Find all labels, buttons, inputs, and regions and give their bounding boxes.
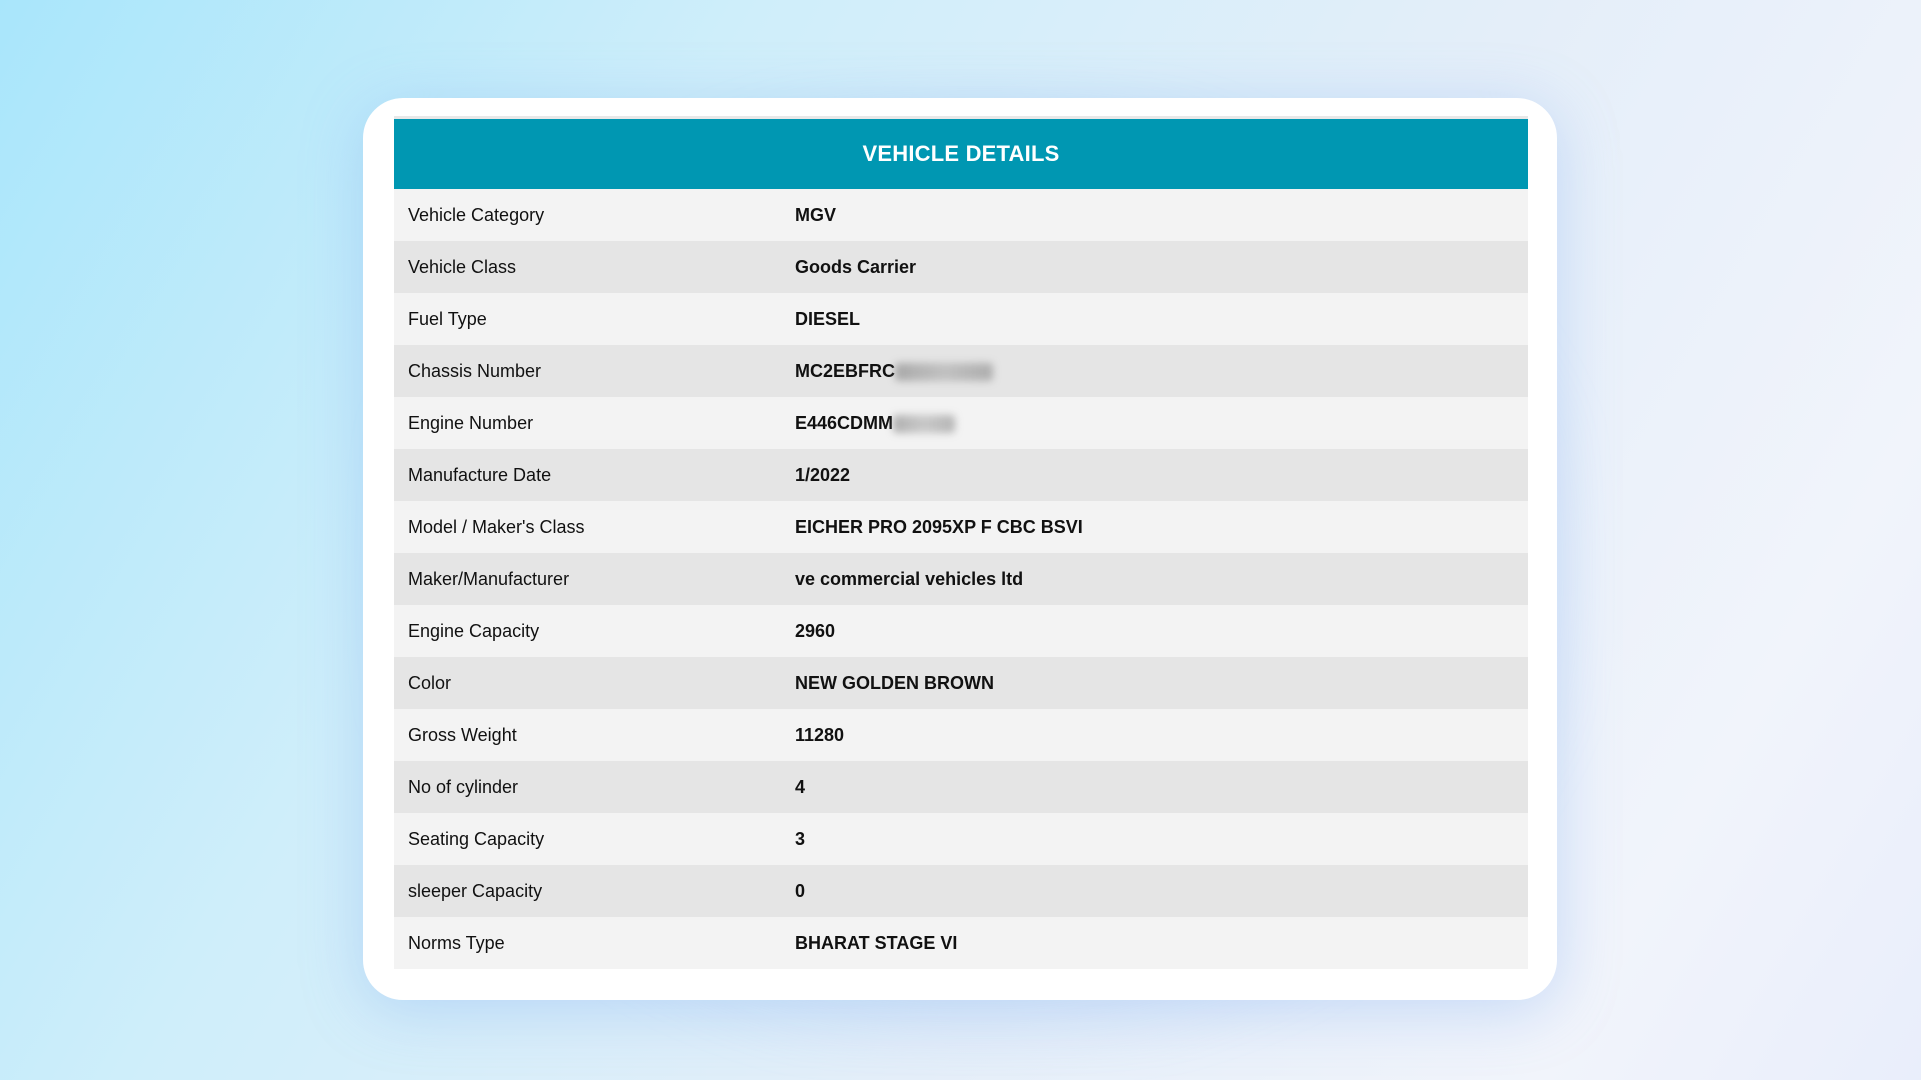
row-color: Color NEW GOLDEN BROWN bbox=[394, 657, 1528, 709]
row-label: Gross Weight bbox=[408, 724, 517, 745]
row-label: Engine Number bbox=[408, 412, 534, 433]
row-engine-number: Engine Number E446CDMM bbox=[394, 397, 1528, 449]
row-engine-capacity: Engine Capacity 2960 bbox=[394, 605, 1528, 657]
row-label: Manufacture Date bbox=[408, 464, 552, 485]
row-label: Engine Capacity bbox=[408, 620, 540, 641]
engine-number-visible: E446CDMM bbox=[795, 412, 894, 433]
row-label: Fuel Type bbox=[408, 308, 487, 329]
row-vehicle-category: Vehicle Category MGV bbox=[394, 189, 1528, 241]
row-value: ve commercial vehicles ltd bbox=[795, 568, 1024, 589]
row-label: Seating Capacity bbox=[408, 828, 545, 849]
row-value: 11280 bbox=[795, 724, 845, 745]
row-value: Goods Carrier bbox=[795, 256, 917, 277]
row-value: EICHER PRO 2095XP F CBC BSVI bbox=[795, 516, 1083, 537]
row-sleeper-capacity: sleeper Capacity 0 bbox=[394, 865, 1528, 917]
row-value: 0 bbox=[795, 880, 806, 901]
redacted-blur bbox=[895, 362, 994, 381]
vehicle-details-card: VEHICLE DETAILS Vehicle Category MGV Veh… bbox=[363, 98, 1557, 1000]
row-label: No of cylinder bbox=[408, 776, 519, 797]
row-value: MC2EBFRC bbox=[795, 360, 994, 382]
row-label: Vehicle Class bbox=[408, 256, 517, 277]
row-label: Vehicle Category bbox=[408, 204, 545, 225]
chassis-number-visible: MC2EBFRC bbox=[795, 360, 896, 381]
row-cylinders: No of cylinder 4 bbox=[394, 761, 1528, 813]
row-label: Norms Type bbox=[408, 932, 505, 953]
row-value: 1/2022 bbox=[795, 464, 851, 485]
redacted-blur bbox=[893, 414, 956, 433]
row-fuel-type: Fuel Type DIESEL bbox=[394, 293, 1528, 345]
row-vehicle-class: Vehicle Class Goods Carrier bbox=[394, 241, 1528, 293]
row-label: Color bbox=[408, 672, 452, 693]
row-value: 3 bbox=[795, 828, 806, 849]
row-value: MGV bbox=[795, 204, 837, 225]
row-label: Model / Maker's Class bbox=[408, 516, 585, 537]
row-value: 4 bbox=[795, 776, 806, 797]
table-title: VEHICLE DETAILS bbox=[394, 119, 1528, 189]
row-gross-weight: Gross Weight 11280 bbox=[394, 709, 1528, 761]
row-maker: Maker/Manufacturer ve commercial vehicle… bbox=[394, 553, 1528, 605]
row-manufacture-date: Manufacture Date 1/2022 bbox=[394, 449, 1528, 501]
row-model: Model / Maker's Class EICHER PRO 2095XP … bbox=[394, 501, 1528, 553]
row-label: Maker/Manufacturer bbox=[408, 568, 570, 589]
row-value: 2960 bbox=[795, 620, 836, 641]
vehicle-details-table: VEHICLE DETAILS Vehicle Category MGV Veh… bbox=[394, 116, 1528, 969]
row-value: E446CDMM bbox=[795, 412, 956, 434]
row-norms-type: Norms Type BHARAT STAGE VI bbox=[394, 917, 1528, 969]
row-label: sleeper Capacity bbox=[408, 880, 543, 901]
row-chassis-number: Chassis Number MC2EBFRC bbox=[394, 345, 1528, 397]
row-seating-capacity: Seating Capacity 3 bbox=[394, 813, 1528, 865]
row-value: BHARAT STAGE VI bbox=[795, 932, 958, 953]
row-value: NEW GOLDEN BROWN bbox=[795, 672, 994, 693]
row-label: Chassis Number bbox=[408, 360, 542, 381]
row-value: DIESEL bbox=[795, 308, 861, 329]
